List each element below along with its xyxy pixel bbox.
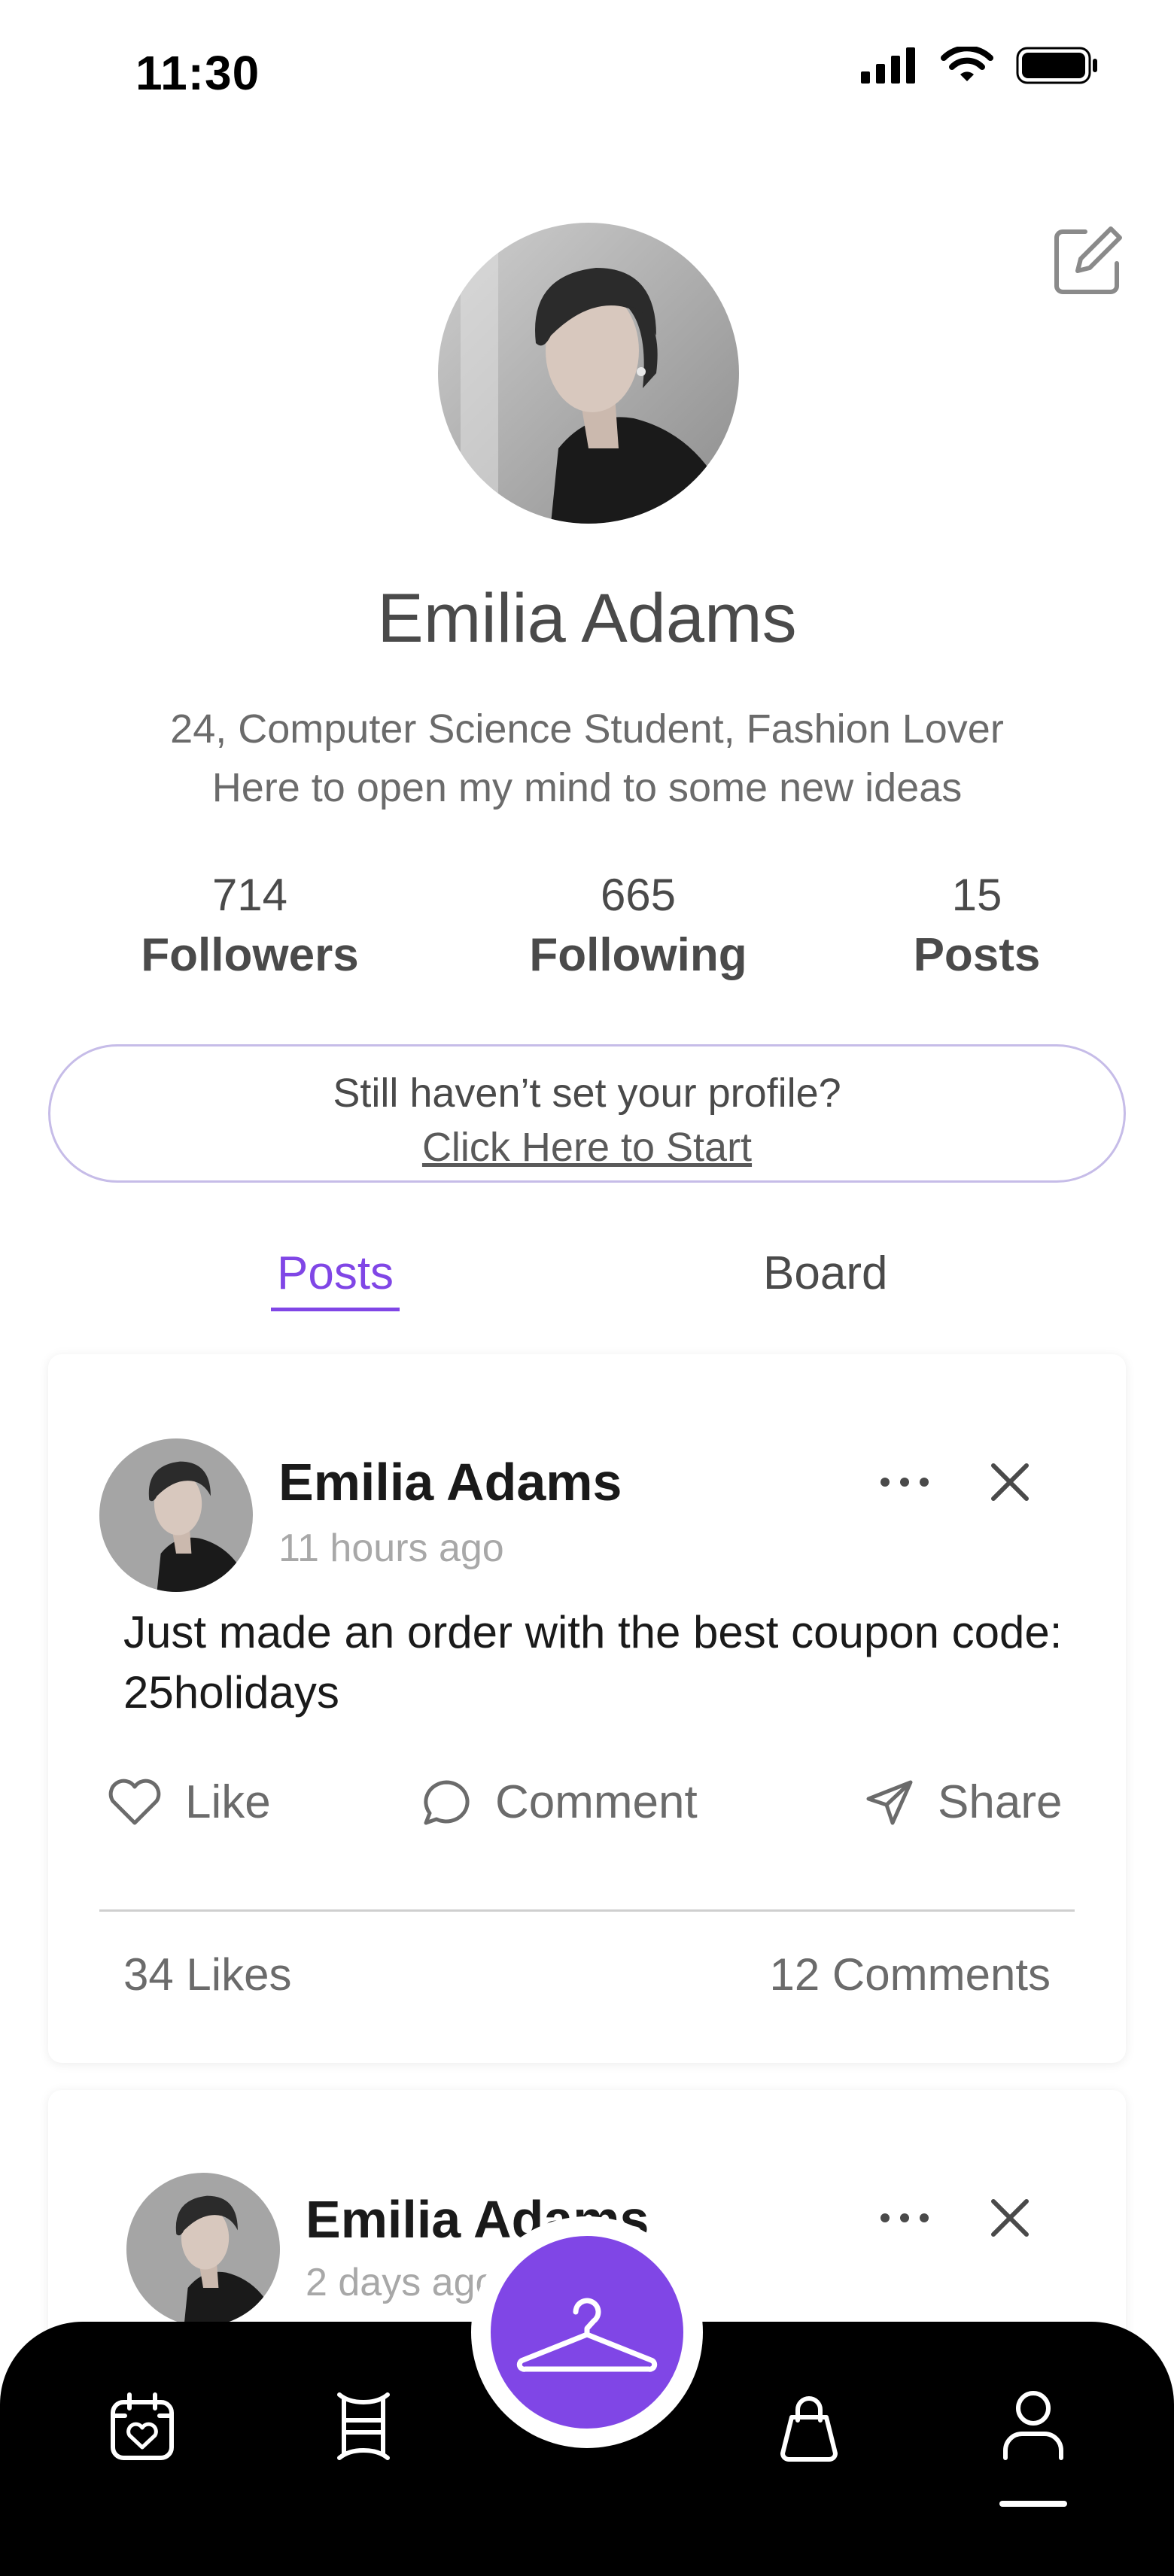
post-more-button[interactable] bbox=[874, 1467, 935, 1497]
post-timestamp: 2 days ago bbox=[306, 2261, 497, 2304]
more-icon bbox=[880, 1478, 929, 1487]
stat-posts[interactable]: 15 Posts bbox=[841, 865, 1112, 986]
comment-label: Comment bbox=[495, 1776, 698, 1828]
stat-following[interactable]: 665 Following bbox=[503, 865, 774, 986]
post-body-text: Just made an order with the best coupon … bbox=[123, 1607, 1063, 1718]
heart-icon bbox=[108, 1779, 161, 1824]
send-icon bbox=[866, 1780, 913, 1824]
setup-profile-text: Still haven’t set your profile? bbox=[333, 1071, 841, 1116]
comment-icon bbox=[424, 1779, 470, 1824]
post-author-avatar[interactable] bbox=[126, 2173, 280, 2326]
post-divider bbox=[99, 1909, 1075, 1912]
cellular-signal-icon bbox=[861, 47, 915, 84]
likes-count[interactable]: 34 Likes bbox=[123, 1949, 291, 2000]
calendar-heart-icon bbox=[111, 2392, 174, 2460]
stat-value: 15 bbox=[951, 870, 1002, 920]
comment-button[interactable]: Comment bbox=[420, 1776, 698, 1829]
bio-line-1: 24, Computer Science Student, Fashion Lo… bbox=[170, 706, 1004, 752]
hanger-icon bbox=[516, 2298, 658, 2372]
stat-value: 665 bbox=[600, 870, 677, 920]
setup-profile-link[interactable]: Click Here to Start bbox=[50, 1120, 1124, 1174]
post-close-button[interactable] bbox=[986, 1458, 1034, 1506]
comments-count[interactable]: 12 Comments bbox=[770, 1949, 1051, 2000]
wardrobe-icon bbox=[337, 2392, 390, 2460]
status-icons bbox=[861, 47, 1099, 84]
edit-icon bbox=[1054, 226, 1122, 294]
nav-calendar[interactable] bbox=[101, 2385, 184, 2468]
share-label: Share bbox=[938, 1776, 1063, 1828]
shopping-bag-icon bbox=[780, 2396, 838, 2462]
like-label: Like bbox=[185, 1776, 271, 1828]
share-button[interactable]: Share bbox=[864, 1776, 1062, 1829]
post-card: Emilia Adams 11 hours ago Just made an o… bbox=[48, 1354, 1126, 2063]
stat-followers[interactable]: 714 Followers bbox=[114, 865, 385, 986]
nav-wardrobe[interactable] bbox=[322, 2385, 405, 2468]
wardrobe-fab-button[interactable] bbox=[491, 2236, 683, 2429]
setup-profile-banner: Still haven’t set your profile? Click He… bbox=[48, 1044, 1126, 1183]
post-author-name[interactable]: Emilia Adams bbox=[278, 1452, 622, 1512]
profile-bio: 24, Computer Science Student, Fashion Lo… bbox=[0, 700, 1174, 817]
profile-tabs: Posts Board bbox=[0, 1240, 1174, 1315]
bio-line-2: Here to open my mind to some new ideas bbox=[211, 765, 963, 810]
edit-profile-button[interactable] bbox=[1052, 224, 1124, 296]
profile-avatar bbox=[438, 223, 739, 524]
post-more-button[interactable] bbox=[874, 2203, 935, 2233]
post-timestamp: 11 hours ago bbox=[278, 1526, 504, 1570]
stat-label: Followers bbox=[141, 929, 359, 981]
close-icon bbox=[991, 1463, 1029, 1501]
post-author-avatar[interactable] bbox=[99, 1438, 253, 1592]
status-bar: 11:30 bbox=[0, 0, 1174, 143]
wifi-icon bbox=[941, 47, 993, 81]
profile-name: Emilia Adams bbox=[377, 580, 797, 657]
post-close-button[interactable] bbox=[986, 2194, 1034, 2242]
tab-board[interactable]: Board bbox=[763, 1240, 887, 1308]
stat-label: Posts bbox=[913, 929, 1041, 981]
battery-icon bbox=[1016, 47, 1097, 84]
more-icon bbox=[880, 2213, 929, 2222]
nav-profile[interactable] bbox=[992, 2385, 1075, 2468]
stat-value: 714 bbox=[211, 870, 288, 920]
like-button[interactable]: Like bbox=[107, 1776, 271, 1829]
profile-icon bbox=[1003, 2391, 1063, 2460]
stat-label: Following bbox=[529, 929, 747, 981]
nav-shopping[interactable] bbox=[768, 2385, 850, 2468]
profile-stats: 714 Followers 665 Following 15 Posts bbox=[0, 865, 1174, 993]
nav-active-indicator bbox=[999, 2501, 1067, 2507]
status-time: 11:30 bbox=[135, 46, 260, 100]
close-icon bbox=[991, 2199, 1029, 2237]
tab-posts[interactable]: Posts bbox=[271, 1240, 400, 1311]
